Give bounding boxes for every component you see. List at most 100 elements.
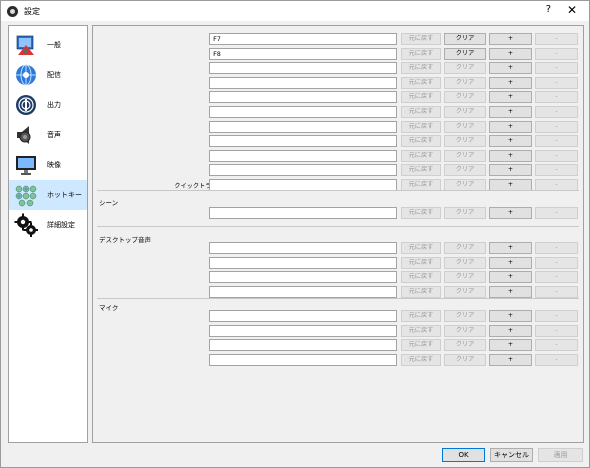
remove-hotkey-button[interactable]: -: [535, 135, 578, 148]
revert-button[interactable]: 元に戻す: [401, 256, 441, 269]
hotkey-input[interactable]: [209, 106, 397, 118]
sidebar-item[interactable]: ホットキー: [9, 180, 87, 210]
revert-button[interactable]: 元に戻す: [401, 135, 441, 148]
add-hotkey-button[interactable]: +: [489, 91, 532, 104]
clear-button[interactable]: クリア: [444, 164, 486, 177]
add-hotkey-button[interactable]: +: [489, 76, 532, 89]
add-hotkey-button[interactable]: +: [489, 310, 532, 322]
clear-button[interactable]: クリア: [444, 47, 486, 60]
add-hotkey-button[interactable]: +: [489, 324, 532, 337]
sidebar-item[interactable]: 映像: [9, 150, 87, 180]
revert-button[interactable]: 元に戻す: [401, 285, 441, 298]
revert-button[interactable]: 元に戻す: [401, 149, 441, 162]
hotkey-input[interactable]: [209, 76, 397, 89]
remove-hotkey-button[interactable]: -: [535, 324, 578, 337]
remove-hotkey-button[interactable]: -: [535, 242, 578, 254]
revert-button[interactable]: 元に戻す: [401, 164, 441, 177]
remove-hotkey-button[interactable]: -: [535, 164, 578, 177]
remove-hotkey-button[interactable]: -: [535, 256, 578, 269]
revert-button[interactable]: 元に戻す: [401, 353, 441, 366]
hotkey-input[interactable]: [209, 62, 397, 75]
hotkey-input[interactable]: [209, 207, 397, 219]
add-hotkey-button[interactable]: +: [489, 207, 532, 219]
clear-button[interactable]: クリア: [444, 33, 486, 45]
add-hotkey-button[interactable]: +: [489, 47, 532, 60]
add-hotkey-button[interactable]: +: [489, 106, 532, 118]
cancel-button[interactable]: キャンセル: [490, 448, 533, 462]
revert-button[interactable]: 元に戻す: [401, 310, 441, 322]
hotkey-input[interactable]: [209, 271, 397, 284]
remove-hotkey-button[interactable]: -: [535, 120, 578, 133]
add-hotkey-button[interactable]: +: [489, 62, 532, 75]
hotkey-input[interactable]: F7: [209, 33, 397, 45]
clear-button[interactable]: クリア: [444, 106, 486, 118]
revert-button[interactable]: 元に戻す: [401, 242, 441, 254]
remove-hotkey-button[interactable]: -: [535, 353, 578, 366]
remove-hotkey-button[interactable]: -: [535, 271, 578, 284]
hotkey-input[interactable]: [209, 256, 397, 269]
revert-button[interactable]: 元に戻す: [401, 207, 441, 219]
add-hotkey-button[interactable]: +: [489, 285, 532, 298]
revert-button[interactable]: 元に戻す: [401, 339, 441, 352]
hotkey-input[interactable]: [209, 242, 397, 254]
add-hotkey-button[interactable]: +: [489, 135, 532, 148]
remove-hotkey-button[interactable]: -: [535, 207, 578, 219]
close-button[interactable]: ✕: [567, 3, 577, 17]
remove-hotkey-button[interactable]: -: [535, 91, 578, 104]
clear-button[interactable]: クリア: [444, 149, 486, 162]
remove-hotkey-button[interactable]: -: [535, 339, 578, 352]
add-hotkey-button[interactable]: +: [489, 271, 532, 284]
add-hotkey-button[interactable]: +: [489, 339, 532, 352]
sidebar-item[interactable]: 詳細設定: [9, 210, 87, 240]
revert-button[interactable]: 元に戻す: [401, 106, 441, 118]
revert-button[interactable]: 元に戻す: [401, 91, 441, 104]
hotkey-input[interactable]: [209, 310, 397, 322]
hotkey-input[interactable]: [209, 339, 397, 352]
add-hotkey-button[interactable]: +: [489, 120, 532, 133]
hotkey-input[interactable]: F8: [209, 47, 397, 60]
clear-button[interactable]: クリア: [444, 256, 486, 269]
hotkey-input[interactable]: [209, 164, 397, 177]
revert-button[interactable]: 元に戻す: [401, 76, 441, 89]
clear-button[interactable]: クリア: [444, 339, 486, 352]
add-hotkey-button[interactable]: +: [489, 353, 532, 366]
revert-button[interactable]: 元に戻す: [401, 120, 441, 133]
remove-hotkey-button[interactable]: -: [535, 285, 578, 298]
hotkey-input[interactable]: [209, 324, 397, 337]
remove-hotkey-button[interactable]: -: [535, 62, 578, 75]
clear-button[interactable]: クリア: [444, 120, 486, 133]
clear-button[interactable]: クリア: [444, 310, 486, 322]
hotkey-input[interactable]: [209, 120, 397, 133]
sidebar-item[interactable]: 音声: [9, 120, 87, 150]
hotkey-input[interactable]: [209, 285, 397, 298]
add-hotkey-button[interactable]: +: [489, 164, 532, 177]
revert-button[interactable]: 元に戻す: [401, 47, 441, 60]
hotkey-input[interactable]: [209, 149, 397, 162]
remove-hotkey-button[interactable]: -: [535, 47, 578, 60]
apply-button[interactable]: 適用: [538, 448, 583, 462]
clear-button[interactable]: クリア: [444, 285, 486, 298]
hotkey-input[interactable]: [209, 91, 397, 104]
clear-button[interactable]: クリア: [444, 62, 486, 75]
add-hotkey-button[interactable]: +: [489, 149, 532, 162]
remove-hotkey-button[interactable]: -: [535, 106, 578, 118]
clear-button[interactable]: クリア: [444, 135, 486, 148]
clear-button[interactable]: クリア: [444, 242, 486, 254]
hotkey-input[interactable]: [209, 353, 397, 366]
revert-button[interactable]: 元に戻す: [401, 62, 441, 75]
remove-hotkey-button[interactable]: -: [535, 310, 578, 322]
revert-button[interactable]: 元に戻す: [401, 271, 441, 284]
add-hotkey-button[interactable]: +: [489, 33, 532, 45]
clear-button[interactable]: クリア: [444, 271, 486, 284]
sidebar-item[interactable]: 出力: [9, 90, 87, 120]
remove-hotkey-button[interactable]: -: [535, 149, 578, 162]
add-hotkey-button[interactable]: +: [489, 242, 532, 254]
clear-button[interactable]: クリア: [444, 91, 486, 104]
ok-button[interactable]: OK: [442, 448, 485, 462]
clear-button[interactable]: クリア: [444, 207, 486, 219]
clear-button[interactable]: クリア: [444, 324, 486, 337]
revert-button[interactable]: 元に戻す: [401, 33, 441, 45]
sidebar-item[interactable]: 一般: [9, 30, 87, 60]
remove-hotkey-button[interactable]: -: [535, 76, 578, 89]
hotkey-input[interactable]: [209, 135, 397, 148]
